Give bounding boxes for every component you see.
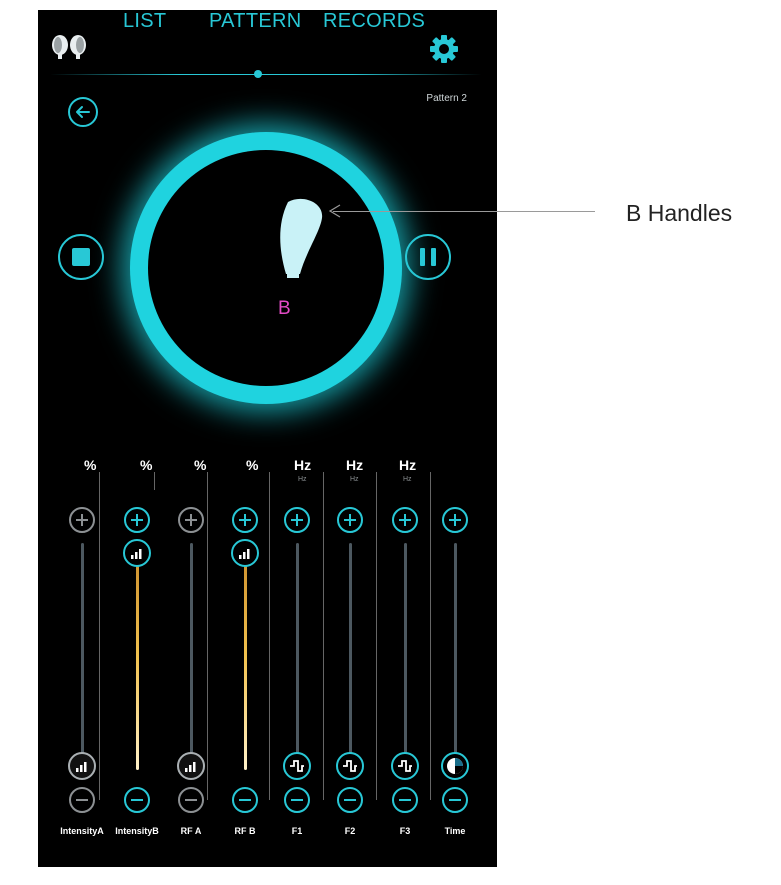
phone-screen: LIST PATTERN RECORDS Pattern 2 B % % % %… <box>38 10 497 867</box>
slider-thumb[interactable] <box>68 752 96 780</box>
tab-list[interactable]: LIST <box>123 10 166 33</box>
unit-sublabel: Hz <box>350 476 359 483</box>
decrease-button[interactable] <box>337 787 363 813</box>
wave-icon <box>398 760 412 772</box>
slider-thumb[interactable] <box>177 752 205 780</box>
slider-track[interactable] <box>244 543 247 770</box>
slider-thumb[interactable] <box>231 539 259 567</box>
slider-track[interactable] <box>296 543 299 770</box>
slider-label: Time <box>444 826 466 836</box>
slider-label: RF A <box>180 826 202 836</box>
callout-arrowhead <box>328 204 341 218</box>
increase-button[interactable] <box>232 507 258 533</box>
tab-pattern[interactable]: PATTERN <box>209 10 301 33</box>
back-button[interactable] <box>68 97 98 127</box>
slider-thumb[interactable] <box>283 752 311 780</box>
decrease-button[interactable] <box>124 787 150 813</box>
increase-button[interactable] <box>337 507 363 533</box>
unit-label-pct: % <box>140 457 153 473</box>
unit-label-pct: % <box>84 457 97 473</box>
column-divider <box>323 472 324 800</box>
decrease-button[interactable] <box>442 787 468 813</box>
callout-line <box>333 211 595 212</box>
decrease-button[interactable] <box>69 787 95 813</box>
signal-icon <box>131 549 142 559</box>
gear-icon[interactable] <box>430 35 458 63</box>
pause-icon <box>420 248 436 266</box>
signal-icon <box>185 762 196 772</box>
slider-label: IntensityB <box>115 826 159 836</box>
unit-label-hz: Hz <box>294 457 312 473</box>
column-divider <box>99 472 100 800</box>
nav-underline <box>50 74 482 75</box>
wave-icon <box>290 760 304 772</box>
slider-thumb[interactable] <box>441 752 469 780</box>
slider-label: F2 <box>344 826 356 836</box>
pattern-name: Pattern 2 <box>426 93 467 104</box>
increase-button[interactable] <box>124 507 150 533</box>
slider-track[interactable] <box>81 543 84 770</box>
zone-letter: B <box>278 298 291 319</box>
slider-label: IntensityA <box>60 826 104 836</box>
unit-label-hz: Hz <box>346 457 364 473</box>
slider-track[interactable] <box>404 543 407 770</box>
unit-label-hz: Hz <box>399 457 417 473</box>
column-divider <box>207 472 208 800</box>
unit-label-pct: % <box>246 457 259 473</box>
increase-button[interactable] <box>392 507 418 533</box>
column-divider <box>430 472 431 800</box>
increase-button[interactable] <box>69 507 95 533</box>
nav-active-indicator <box>254 70 262 78</box>
unit-sublabel: Hz <box>298 476 307 483</box>
column-divider <box>154 472 155 490</box>
handpiece-icon <box>280 198 323 278</box>
slider-thumb[interactable] <box>123 539 151 567</box>
slider-label: F1 <box>291 826 303 836</box>
column-divider <box>376 472 377 800</box>
increase-button[interactable] <box>178 507 204 533</box>
stop-icon <box>72 248 90 266</box>
increase-button[interactable] <box>284 507 310 533</box>
pause-button[interactable] <box>405 234 451 280</box>
slider-track[interactable] <box>454 543 457 770</box>
slider-thumb[interactable] <box>336 752 364 780</box>
slider-label: RF B <box>234 826 256 836</box>
slider-track[interactable] <box>190 543 193 770</box>
column-divider <box>269 472 270 800</box>
decrease-button[interactable] <box>284 787 310 813</box>
tab-records[interactable]: RECORDS <box>323 10 425 33</box>
slider-track[interactable] <box>136 543 139 770</box>
slider-track[interactable] <box>349 543 352 770</box>
callout-label: B Handles <box>626 200 733 226</box>
decrease-button[interactable] <box>232 787 258 813</box>
signal-icon <box>239 549 250 559</box>
handles-icon[interactable] <box>49 34 89 60</box>
timer-icon <box>447 758 463 774</box>
back-arrow-icon <box>76 106 90 118</box>
decrease-button[interactable] <box>178 787 204 813</box>
unit-sublabel: Hz <box>403 476 412 483</box>
signal-icon <box>76 762 87 772</box>
unit-label-pct: % <box>194 457 207 473</box>
decrease-button[interactable] <box>392 787 418 813</box>
stop-button[interactable] <box>58 234 104 280</box>
slider-thumb[interactable] <box>391 752 419 780</box>
increase-button[interactable] <box>442 507 468 533</box>
wave-icon <box>343 760 357 772</box>
